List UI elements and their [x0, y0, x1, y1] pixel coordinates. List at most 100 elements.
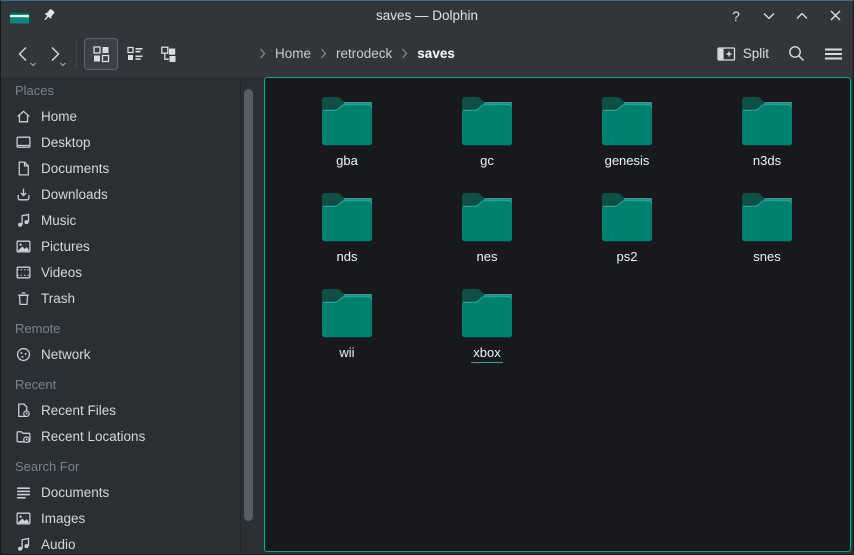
breadcrumb-retrodeck[interactable]: retrodeck — [336, 46, 392, 61]
sidebar-item-network[interactable]: Network — [1, 341, 264, 367]
window-title: saves — Dolphin — [1, 8, 853, 23]
dolphin-window: saves — Dolphin ? — [0, 0, 854, 555]
folder-label: xbox — [471, 345, 502, 363]
sidebar-item-pictures[interactable]: Pictures — [1, 233, 264, 259]
folder-item-gc[interactable]: gc — [417, 94, 557, 190]
folder-item-genesis[interactable]: genesis — [557, 94, 697, 190]
image-icon — [15, 238, 32, 255]
menu-button[interactable] — [824, 46, 843, 62]
forward-button[interactable] — [39, 38, 69, 70]
details-tree-view-button[interactable] — [152, 38, 186, 70]
folder-grid: gba gc genesis n3ds nds — [265, 78, 850, 382]
chevron-right-icon — [320, 48, 327, 59]
folder-icon — [599, 94, 655, 148]
breadcrumb: Home retrodeck saves — [259, 30, 455, 77]
sidebar-groove — [240, 77, 241, 554]
folder-item-ps2[interactable]: ps2 — [557, 190, 697, 286]
maximize-button[interactable] — [794, 8, 810, 24]
sidebar-item-label: Home — [41, 109, 77, 124]
sidebar-item-documents[interactable]: Documents — [1, 155, 264, 181]
sidebar-item-label: Documents — [41, 485, 109, 500]
folder-label: nds — [335, 249, 360, 267]
titlebar[interactable]: saves — Dolphin ? — [1, 1, 853, 30]
breadcrumb-home[interactable]: Home — [275, 46, 311, 61]
sidebar-item-videos[interactable]: Videos — [1, 259, 264, 285]
folder-item-snes[interactable]: snes — [697, 190, 837, 286]
toolbar-separator — [76, 41, 77, 67]
compact-view-button[interactable] — [118, 38, 152, 70]
hamburger-menu-icon — [824, 46, 843, 62]
folder-label: gc — [478, 153, 496, 171]
search-button[interactable] — [787, 44, 806, 63]
back-button[interactable] — [9, 38, 39, 70]
icons-view-button[interactable] — [84, 38, 118, 70]
folder-icon — [459, 94, 515, 148]
section-title-search-for: Search For — [1, 453, 264, 479]
search-for-section: Search For Documents Images — [1, 453, 264, 554]
sidebar-item-trash[interactable]: Trash — [1, 285, 264, 311]
folder-label: gba — [334, 153, 360, 171]
folder-label: nes — [475, 249, 500, 267]
home-icon — [15, 108, 32, 125]
breadcrumb-current[interactable]: saves — [417, 46, 455, 61]
folder-item-wii[interactable]: wii — [277, 286, 417, 382]
sidebar-item-search-images[interactable]: Images — [1, 505, 264, 531]
pin-icon[interactable] — [41, 8, 56, 23]
chevron-right-icon — [259, 48, 266, 59]
network-icon — [15, 346, 32, 363]
sidebar-item-home[interactable]: Home — [1, 103, 264, 129]
folder-label: genesis — [603, 153, 652, 171]
folder-view[interactable]: gba gc genesis n3ds nds — [264, 77, 851, 552]
folder-label: wii — [337, 345, 356, 363]
sidebar-item-search-audio[interactable]: Audio — [1, 531, 264, 554]
recent-section: Recent Recent Files Recent Locations — [1, 371, 264, 449]
chevron-right-icon — [401, 48, 408, 59]
sidebar-item-recent-files[interactable]: Recent Files — [1, 397, 264, 423]
sidebar-item-search-documents[interactable]: Documents — [1, 479, 264, 505]
folder-icon — [739, 190, 795, 244]
close-button[interactable] — [827, 8, 843, 24]
sidebar-item-desktop[interactable]: Desktop — [1, 129, 264, 155]
folder-icon — [319, 94, 375, 148]
folder-label: n3ds — [751, 153, 783, 171]
folder-item-nes[interactable]: nes — [417, 190, 557, 286]
sidebar-item-label: Desktop — [41, 135, 91, 150]
toolbar: Home retrodeck saves Split — [1, 30, 853, 77]
details-tree-view-icon — [160, 45, 178, 63]
folder-label: snes — [751, 249, 782, 267]
folder-icon — [739, 94, 795, 148]
split-button-label: Split — [743, 46, 769, 61]
desktop-icon — [15, 134, 32, 151]
minimize-button[interactable] — [761, 8, 777, 24]
sidebar-item-downloads[interactable]: Downloads — [1, 181, 264, 207]
split-button[interactable]: Split — [717, 46, 769, 62]
sidebar-item-label: Videos — [41, 265, 82, 280]
compact-view-icon — [126, 45, 144, 63]
recent-folder-icon — [15, 428, 32, 445]
music-note-icon — [15, 536, 32, 553]
folder-item-nds[interactable]: nds — [277, 190, 417, 286]
folder-icon — [599, 190, 655, 244]
image-icon — [15, 510, 32, 527]
folder-item-gba[interactable]: gba — [277, 94, 417, 190]
sidebar-item-music[interactable]: Music — [1, 207, 264, 233]
folder-item-n3ds[interactable]: n3ds — [697, 94, 837, 190]
forward-history-caret-icon — [59, 62, 67, 67]
sidebar-item-label: Recent Files — [41, 403, 116, 418]
recent-file-icon — [15, 402, 32, 419]
remote-section: Remote Network — [1, 315, 264, 367]
sidebar-item-label: Images — [41, 511, 85, 526]
search-icon — [787, 44, 806, 63]
help-button[interactable]: ? — [728, 8, 744, 24]
sidebar-item-recent-locations[interactable]: Recent Locations — [1, 423, 264, 449]
folder-icon — [319, 286, 375, 340]
text-lines-icon — [15, 484, 32, 501]
split-view-icon — [717, 46, 736, 62]
sidebar-item-label: Documents — [41, 161, 109, 176]
places-section: Places Home Desktop — [1, 77, 264, 311]
sidebar-item-label: Network — [41, 347, 91, 362]
folder-item-xbox[interactable]: xbox — [417, 286, 557, 382]
dolphin-app-icon — [9, 8, 29, 24]
sidebar-scrollbar[interactable] — [244, 89, 253, 521]
trash-icon — [15, 290, 32, 307]
